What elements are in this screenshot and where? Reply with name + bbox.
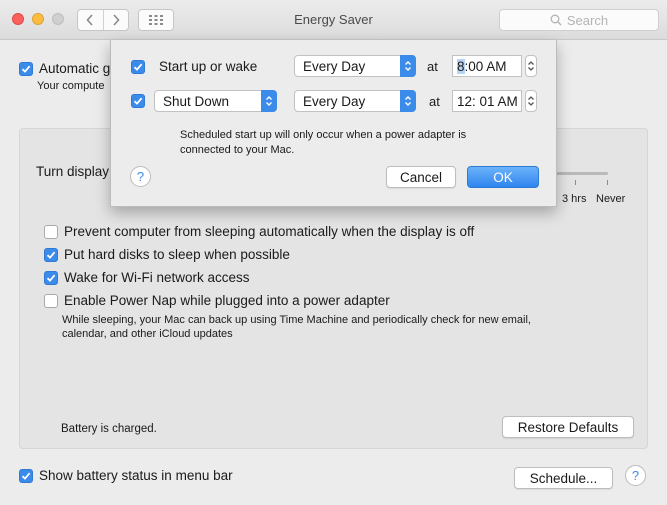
startup-wake-checkbox[interactable]	[131, 59, 145, 74]
shutdown-row[interactable]	[131, 94, 145, 108]
hard-disk-sleep-checkbox[interactable]	[44, 247, 58, 262]
automatic-graphics-description: Your compute	[37, 80, 105, 92]
startup-time-rest[interactable]: :00 AM	[465, 59, 507, 74]
startup-at-label: at	[427, 59, 438, 74]
power-nap-description-line2: calendar, and other iCloud updates	[62, 328, 233, 340]
shutdown-time-field[interactable]: 12: 01 AM	[452, 90, 522, 112]
restore-defaults-button[interactable]: Restore Defaults	[502, 416, 634, 438]
schedule-note-line1: Scheduled start up will only occur when …	[180, 129, 467, 141]
power-nap-option[interactable]: Enable Power Nap while plugged into a po…	[44, 293, 390, 308]
wake-wifi-label: Wake for Wi-Fi network access	[64, 270, 250, 285]
title-bar: Energy Saver Search	[0, 0, 667, 40]
power-nap-checkbox[interactable]	[44, 293, 58, 308]
checkmark-icon	[133, 63, 143, 71]
schedule-button[interactable]: Schedule...	[514, 467, 613, 489]
automatic-graphics-label: Automatic g	[39, 61, 111, 76]
scale-label-3hrs: 3 hrs	[562, 193, 587, 205]
schedule-sheet: Start up or wake Every Day at 8:00 AM Sh…	[110, 40, 557, 207]
checkmark-icon	[46, 251, 56, 259]
cancel-button[interactable]: Cancel	[386, 166, 456, 188]
stepper-arrows-icon	[528, 61, 534, 71]
prevent-sleep-label: Prevent computer from sleeping automatic…	[64, 224, 475, 239]
slider-tick	[575, 180, 576, 185]
popup-arrows-icon	[400, 55, 416, 77]
popup-arrows-icon	[400, 90, 416, 112]
question-mark-icon: ?	[631, 468, 640, 483]
prevent-sleep-option[interactable]: Prevent computer from sleeping automatic…	[44, 224, 474, 239]
shutdown-checkbox[interactable]	[131, 94, 145, 108]
automatic-graphics-checkbox[interactable]	[19, 61, 33, 76]
checkmark-icon	[21, 65, 31, 73]
slider-tick	[607, 180, 608, 185]
startup-frequency-value: Every Day	[303, 58, 366, 74]
checkmark-icon	[46, 274, 56, 282]
startup-wake-row[interactable]: Start up or wake	[131, 59, 257, 74]
scale-label-never: Never	[596, 193, 626, 205]
hard-disk-sleep-label: Put hard disks to sleep when possible	[64, 247, 290, 262]
shutdown-frequency-value: Every Day	[303, 93, 366, 109]
power-nap-description-line1: While sleeping, your Mac can back up usi…	[62, 314, 531, 326]
battery-status-text: Battery is charged.	[61, 423, 157, 435]
popup-arrows-icon	[261, 90, 277, 112]
question-mark-icon: ?	[136, 169, 145, 184]
display-sleep-slider[interactable]	[555, 172, 608, 175]
shutdown-action-value: Shut Down	[163, 93, 230, 109]
prevent-sleep-checkbox[interactable]	[44, 224, 58, 239]
turn-display-off-label: Turn display	[36, 164, 110, 179]
sheet-help-button[interactable]: ?	[130, 166, 151, 187]
shutdown-at-label: at	[429, 94, 440, 109]
startup-time-field[interactable]: 8:00 AM	[452, 55, 522, 77]
hard-disk-sleep-option[interactable]: Put hard disks to sleep when possible	[44, 247, 290, 262]
shutdown-action-popup[interactable]: Shut Down	[154, 90, 277, 112]
search-field[interactable]: Search	[499, 9, 659, 31]
checkmark-icon	[133, 97, 143, 105]
wake-wifi-option[interactable]: Wake for Wi-Fi network access	[44, 270, 250, 285]
startup-frequency-popup[interactable]: Every Day	[294, 55, 416, 77]
schedule-note-line2: connected to your Mac.	[180, 144, 295, 156]
power-nap-label: Enable Power Nap while plugged into a po…	[64, 293, 390, 308]
shutdown-time-stepper[interactable]	[525, 90, 537, 112]
search-icon	[550, 14, 562, 26]
wake-wifi-checkbox[interactable]	[44, 270, 58, 285]
checkmark-icon	[21, 472, 31, 480]
startup-wake-label: Start up or wake	[159, 59, 258, 74]
startup-time-stepper[interactable]	[525, 55, 537, 77]
show-battery-status-checkbox[interactable]	[19, 468, 33, 483]
stepper-arrows-icon	[528, 96, 534, 106]
automatic-graphics-row[interactable]: Automatic g	[19, 61, 110, 76]
search-placeholder: Search	[566, 12, 609, 28]
schedule-note: Scheduled start up will only occur when …	[180, 128, 466, 158]
show-battery-status-label: Show battery status in menu bar	[39, 468, 233, 483]
startup-time-hour[interactable]: 8	[457, 58, 465, 74]
show-battery-status-row[interactable]: Show battery status in menu bar	[19, 468, 233, 483]
help-button[interactable]: ?	[625, 465, 646, 486]
ok-button[interactable]: OK	[467, 166, 539, 188]
shutdown-frequency-popup[interactable]: Every Day	[294, 90, 416, 112]
